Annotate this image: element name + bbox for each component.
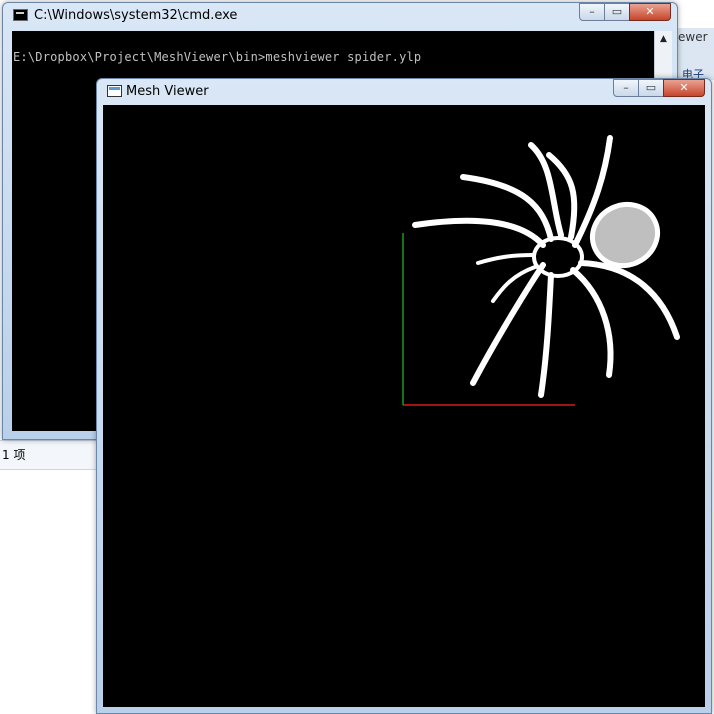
mesh-viewport[interactable] (103, 105, 705, 707)
mesh-render-svg (402, 135, 680, 406)
mesh-viewer-maximize-button[interactable]: ▭ (638, 79, 664, 97)
spider-leg (538, 272, 554, 398)
mesh-viewer-app-icon (107, 85, 122, 97)
background-status-text: 1 项 (2, 448, 26, 462)
cmd-app-icon (13, 9, 28, 21)
spider-leg (460, 174, 554, 242)
cmd-console-line: E:\Dropbox\Project\MeshViewer\bin>meshvi… (13, 50, 422, 64)
background-window-title: ewer (678, 30, 708, 44)
mesh-viewer-close-button[interactable]: ✕ (663, 79, 705, 97)
mesh-viewer-minimize-button[interactable]: – (613, 79, 639, 97)
spider-leg (570, 267, 614, 378)
cmd-minimize-button[interactable]: – (579, 3, 605, 21)
cmd-titlebar[interactable]: C:\Windows\system32\cmd.exe – ▭ ✕ (3, 3, 677, 27)
spider-leg (412, 217, 546, 248)
cmd-window-title: C:\Windows\system32\cmd.exe (34, 8, 238, 23)
mesh-viewer-window-title: Mesh Viewer (126, 84, 209, 99)
cmd-scroll-up-button[interactable]: ▲ (655, 31, 672, 48)
spider-mesh-model (412, 135, 680, 398)
mesh-viewer-window[interactable]: Mesh Viewer – ▭ ✕ (96, 78, 712, 714)
spider-leg (476, 253, 535, 265)
cmd-maximize-button[interactable]: ▭ (604, 3, 630, 21)
mesh-viewer-titlebar[interactable]: Mesh Viewer – ▭ ✕ (97, 79, 711, 103)
cmd-close-button[interactable]: ✕ (629, 3, 671, 21)
